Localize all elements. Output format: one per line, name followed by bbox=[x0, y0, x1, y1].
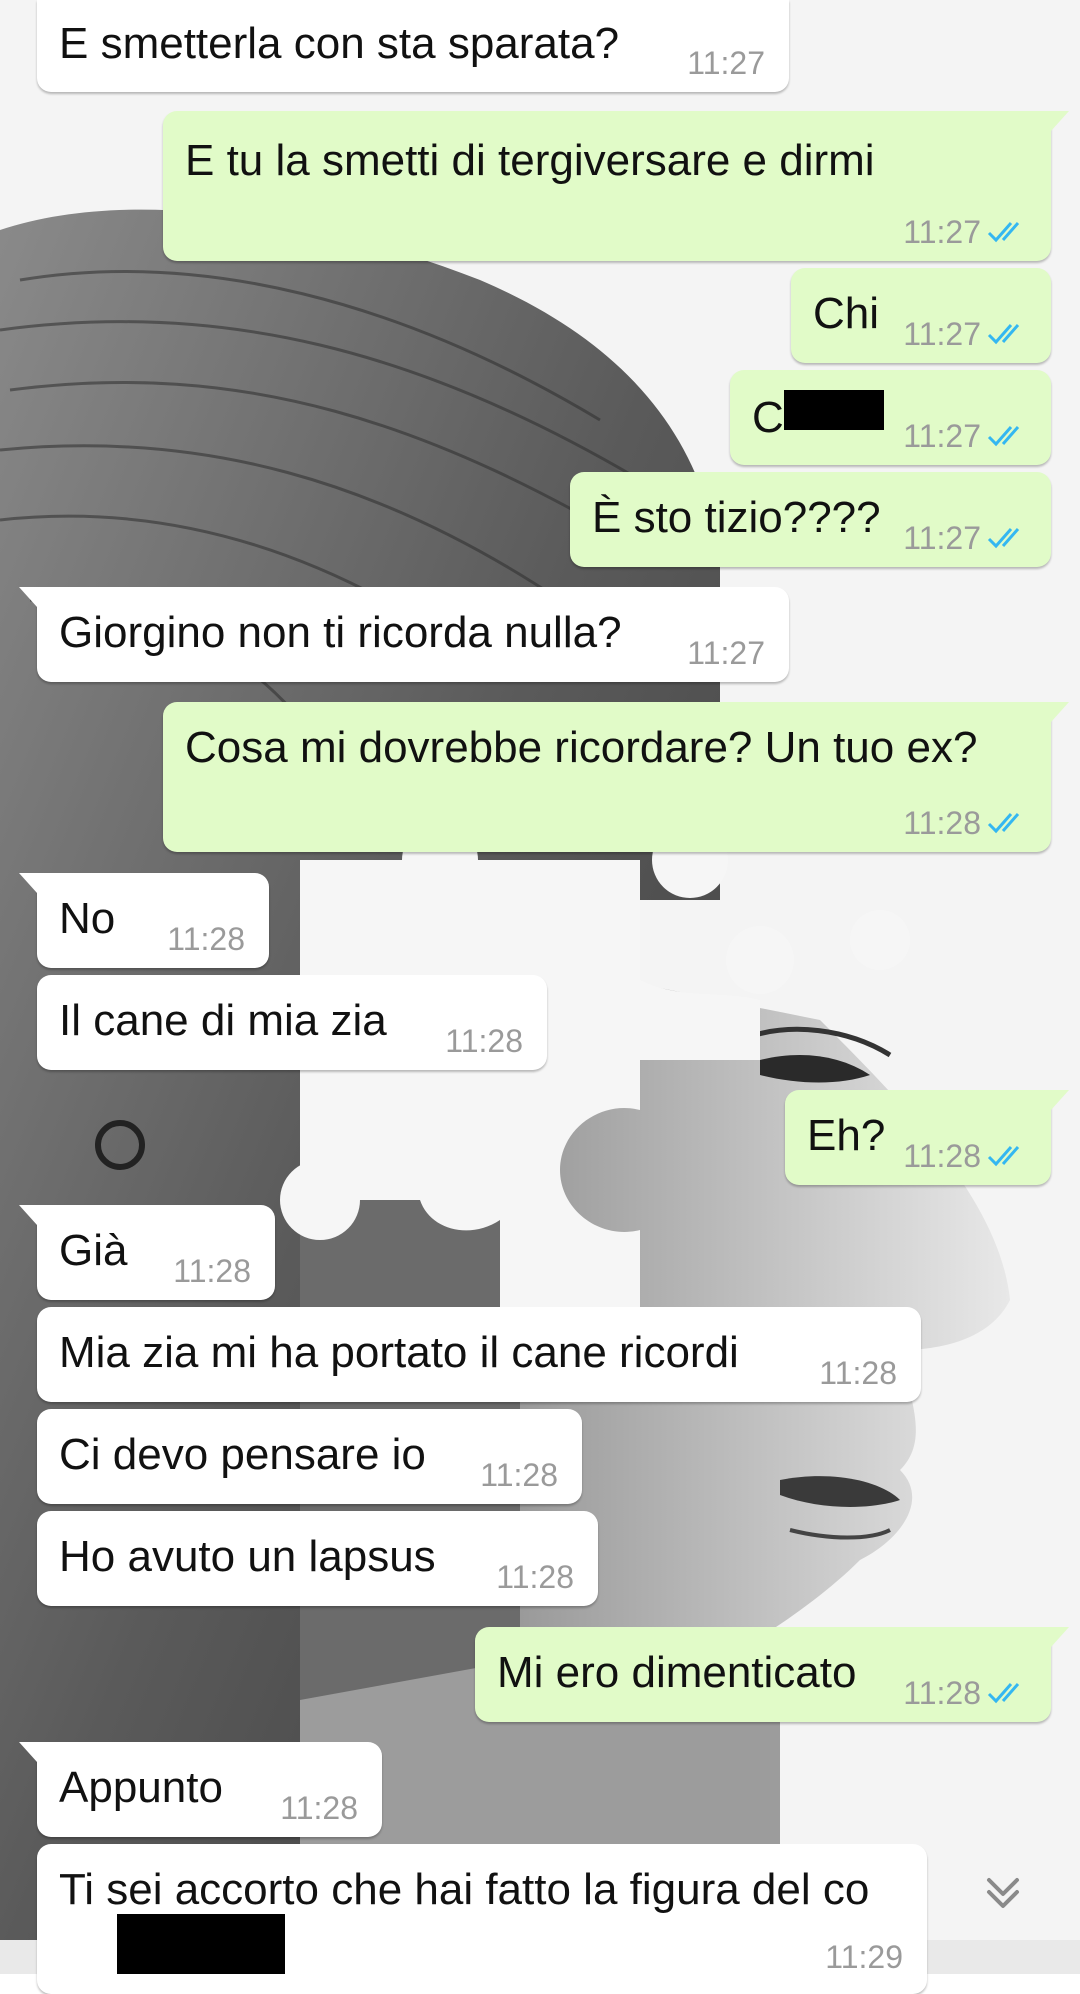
outgoing-message[interactable]: È sto tizio???? 11:27 bbox=[570, 472, 1051, 567]
double-check-icon bbox=[987, 323, 1020, 344]
incoming-message[interactable]: Già 11:28 bbox=[19, 1205, 275, 1300]
incoming-message[interactable]: E smetterla con sta sparata? 11:27 bbox=[37, 0, 789, 92]
double-check-icon bbox=[987, 1145, 1020, 1166]
message-time: 11:28 bbox=[903, 1137, 981, 1174]
outgoing-message[interactable]: Chi 11:27 bbox=[791, 268, 1051, 363]
message-text: Ho avuto un lapsus bbox=[59, 1532, 436, 1581]
message-text: Cosa mi dovrebbe ricordare? Un tuo ex? bbox=[185, 723, 978, 772]
message-text: Chi bbox=[813, 289, 880, 338]
message-text: Il cane di mia zia bbox=[59, 996, 387, 1045]
message-text: Ci devo pensare io bbox=[59, 1430, 426, 1479]
message-text: C bbox=[752, 393, 784, 442]
message-time: 11:28 bbox=[173, 1252, 251, 1289]
message-meta: 11:28 bbox=[445, 1022, 523, 1060]
chat-history[interactable]: E smetterla con sta sparata? 11:27 E tu … bbox=[0, 0, 1080, 1994]
message-time: 11:29 bbox=[825, 1938, 903, 1975]
message-text: Ti sei accorto che hai fatto la figura d… bbox=[59, 1865, 870, 1914]
scroll-to-bottom-button[interactable] bbox=[973, 1862, 1033, 1922]
bubble-tail bbox=[1051, 702, 1069, 722]
outgoing-message[interactable]: Eh? 11:28 bbox=[785, 1090, 1069, 1185]
outgoing-message[interactable]: Mi ero dimenticato 11:28 bbox=[475, 1627, 1069, 1722]
message-meta: 11:27 bbox=[903, 213, 1029, 251]
bubble-tail bbox=[19, 873, 37, 893]
message-time: 11:28 bbox=[480, 1456, 558, 1493]
message-text: È sto tizio???? bbox=[592, 493, 881, 542]
message-text: Eh? bbox=[807, 1111, 886, 1160]
message-time: 11:28 bbox=[496, 1558, 574, 1595]
message-meta: 11:28 bbox=[819, 1354, 897, 1392]
message-meta: 11:28 bbox=[173, 1252, 251, 1290]
message-time: 11:27 bbox=[903, 417, 981, 454]
message-meta: 11:28 bbox=[903, 804, 1029, 842]
bubble-tail bbox=[19, 587, 37, 607]
message-time: 11:28 bbox=[445, 1022, 523, 1059]
message-meta: 11:27 bbox=[903, 417, 1029, 455]
message-time: 11:27 bbox=[687, 44, 765, 81]
message-meta: 11:28 bbox=[903, 1137, 1029, 1175]
bubble-tail bbox=[1051, 111, 1069, 131]
message-meta: 11:28 bbox=[167, 920, 245, 958]
message-time: 11:28 bbox=[903, 1674, 981, 1711]
bubble-tail bbox=[1051, 1627, 1069, 1647]
message-meta: 11:28 bbox=[280, 1789, 358, 1827]
message-text: Già bbox=[59, 1226, 128, 1275]
incoming-message[interactable]: Mia zia mi ha portato il cane ricordi 11… bbox=[37, 1307, 921, 1402]
message-time: 11:28 bbox=[819, 1354, 897, 1391]
message-meta: 11:28 bbox=[496, 1558, 574, 1596]
message-meta: 11:27 bbox=[687, 44, 765, 82]
message-text: Appunto bbox=[59, 1763, 223, 1812]
redaction-block bbox=[117, 1914, 285, 1974]
message-text: Mi ero dimenticato bbox=[497, 1648, 857, 1697]
message-meta: 11:27 bbox=[903, 519, 1029, 557]
outgoing-message[interactable]: Cosa mi dovrebbe ricordare? Un tuo ex? 1… bbox=[163, 702, 1069, 852]
outgoing-message[interactable]: E tu la smetti di tergiversare e dirmi 1… bbox=[163, 111, 1069, 261]
double-check-icon bbox=[987, 812, 1020, 833]
outgoing-message[interactable]: C 11:27 bbox=[730, 370, 1051, 465]
message-meta: 11:28 bbox=[480, 1456, 558, 1494]
double-check-icon bbox=[987, 221, 1020, 242]
bubble-tail bbox=[19, 1742, 37, 1762]
incoming-message[interactable]: Giorgino non ti ricorda nulla? 11:27 bbox=[19, 587, 789, 682]
message-text: E smetterla con sta sparata? bbox=[59, 19, 620, 68]
message-text: Mia zia mi ha portato il cane ricordi bbox=[59, 1328, 739, 1377]
incoming-message[interactable]: No 11:28 bbox=[19, 873, 269, 968]
chevron-double-down-icon bbox=[987, 1878, 1019, 1908]
message-time: 11:27 bbox=[903, 315, 981, 352]
message-time: 11:28 bbox=[167, 920, 245, 957]
incoming-message[interactable]: Il cane di mia zia 11:28 bbox=[37, 975, 547, 1070]
incoming-message[interactable]: Ho avuto un lapsus 11:28 bbox=[37, 1511, 598, 1606]
double-check-icon bbox=[987, 1682, 1020, 1703]
message-time: 11:28 bbox=[903, 804, 981, 841]
message-time: 11:27 bbox=[903, 213, 981, 250]
message-meta: 11:27 bbox=[903, 315, 1029, 353]
message-meta: 11:27 bbox=[687, 634, 765, 672]
message-text: E tu la smetti di tergiversare e dirmi bbox=[185, 136, 875, 185]
double-check-icon bbox=[987, 425, 1020, 446]
message-time: 11:28 bbox=[280, 1789, 358, 1826]
incoming-message[interactable]: Appunto 11:28 bbox=[19, 1742, 382, 1837]
message-text: No bbox=[59, 894, 116, 943]
message-time: 11:27 bbox=[687, 634, 765, 671]
incoming-message[interactable]: Ci devo pensare io 11:28 bbox=[37, 1409, 582, 1504]
bubble-tail bbox=[19, 1205, 37, 1225]
double-check-icon bbox=[987, 527, 1020, 548]
message-meta: 11:28 bbox=[903, 1674, 1029, 1712]
message-text: Giorgino non ti ricorda nulla? bbox=[59, 608, 622, 657]
redaction-block bbox=[784, 390, 884, 430]
message-time: 11:27 bbox=[903, 519, 981, 556]
message-meta: 11:29 bbox=[825, 1938, 903, 1976]
incoming-message[interactable]: Ti sei accorto che hai fatto la figura d… bbox=[37, 1844, 927, 1994]
bubble-tail bbox=[1051, 1090, 1069, 1110]
